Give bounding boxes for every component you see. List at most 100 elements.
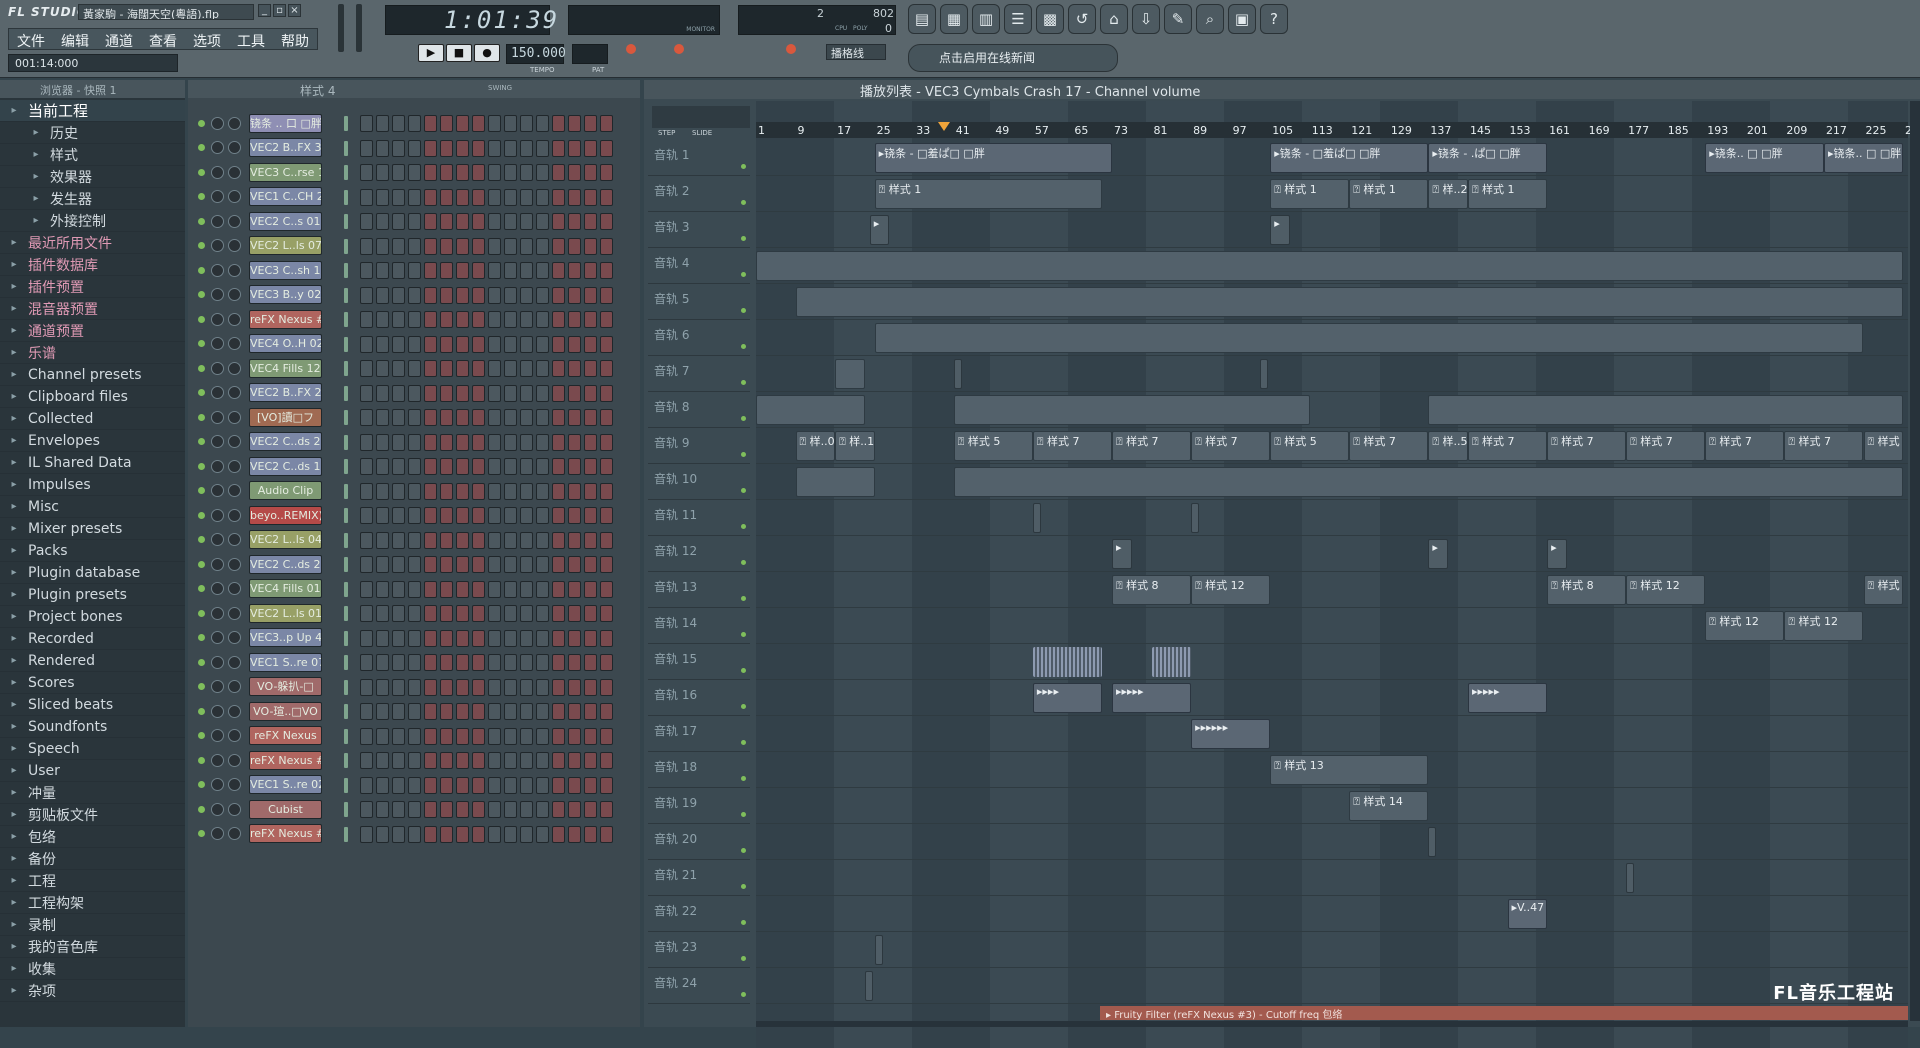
step-button[interactable] [504,458,517,475]
step-button[interactable] [488,727,501,745]
step-button[interactable] [360,286,373,304]
channel-name-button[interactable]: VEC4 O..H 021 [249,334,322,353]
step-button[interactable] [600,458,613,475]
channel-name-button[interactable]: VEC1 C..CH 26 [249,187,322,206]
browser-item[interactable]: ▸ Clipboard files [0,386,185,408]
step-button[interactable] [440,752,453,769]
step-button[interactable] [424,629,437,647]
volume-knob[interactable] [228,802,241,816]
channel-led[interactable] [198,193,205,200]
volume-knob[interactable] [228,680,241,693]
step-button[interactable] [440,654,453,671]
step-button[interactable] [552,678,565,696]
step-button[interactable] [392,531,405,549]
step-button[interactable] [504,164,517,181]
channel-select-bar[interactable] [344,287,348,303]
playlist-clip[interactable]: ⍰ 样式 14 [1349,791,1429,821]
channel-row[interactable]: reFX Nexus #2 [198,306,613,332]
channel-name-button[interactable]: VO-躲扒-□ [249,677,322,696]
volume-knob[interactable] [228,606,241,620]
channel-led[interactable] [198,438,205,445]
step-button[interactable] [424,801,437,818]
step-button[interactable] [456,556,469,573]
step-button[interactable] [472,360,485,377]
step-button[interactable] [488,678,501,696]
step-button[interactable] [552,262,565,279]
step-button[interactable] [456,433,469,451]
playlist-clip[interactable] [795,467,875,497]
piano-roll-icon[interactable]: ▥ [972,4,1000,34]
playlist-clip[interactable] [795,287,1904,317]
step-button[interactable] [408,286,421,304]
step-button[interactable] [472,286,485,304]
step-button[interactable] [584,458,597,475]
restore-icon[interactable]: ▫ [273,4,286,17]
step-button[interactable] [408,115,421,132]
step-button[interactable] [456,605,469,622]
step-button[interactable] [424,433,437,451]
step-button[interactable] [584,311,597,328]
step-button[interactable] [488,115,501,132]
step-button[interactable] [520,139,533,157]
playlist-clip[interactable] [1428,827,1437,857]
step-button[interactable] [440,335,453,353]
step-button[interactable] [424,384,437,402]
channel-row[interactable]: VEC4 Fills 128 [198,355,613,381]
step-button[interactable] [440,531,453,549]
step-button[interactable] [440,801,453,818]
playlist-clip[interactable] [1191,503,1200,533]
channel-name-button[interactable]: VEC3..p Up 47 [249,628,322,647]
step-button[interactable] [408,776,421,794]
track-mute-led[interactable] [741,452,746,457]
step-button[interactable] [424,654,437,671]
step-button[interactable] [536,360,549,377]
step-button[interactable] [392,605,405,622]
step-button[interactable] [552,776,565,794]
record-button[interactable]: ● [474,44,500,62]
step-button[interactable] [440,384,453,402]
step-button[interactable] [456,629,469,647]
volume-knob[interactable] [228,337,241,350]
channel-name-button[interactable]: VEC3 C..sh 17 [249,260,322,280]
step-button[interactable] [552,139,565,157]
step-button[interactable] [568,507,581,524]
volume-knob[interactable] [228,214,241,228]
song-position-display[interactable]: 1:01:39 [385,5,557,35]
volume-knob[interactable] [228,263,241,277]
step-button[interactable] [408,409,421,426]
step-button[interactable] [504,188,517,206]
step-button[interactable] [568,654,581,671]
channel-name-button[interactable]: Cubist [249,799,322,819]
step-button[interactable] [600,188,613,206]
track-lane[interactable] [756,968,1908,1004]
step-button[interactable] [440,115,453,132]
step-button[interactable] [600,360,613,377]
step-button[interactable] [488,703,501,720]
channel-led[interactable] [198,315,205,323]
clipboard-icon[interactable]: ▣ [1228,4,1256,34]
help-icon[interactable]: ? [1260,4,1288,34]
undo-icon[interactable]: ↺ [1068,4,1096,34]
step-button[interactable] [408,531,421,549]
step-button[interactable] [536,703,549,720]
browser-item[interactable]: ▸ 备份 [0,848,185,870]
browser-item[interactable]: ▸ Sliced beats [0,694,185,716]
step-button[interactable] [472,115,485,132]
volume-knob[interactable] [228,557,241,571]
track-header[interactable]: 音轨 8 [648,392,750,428]
channel-led[interactable] [198,413,205,421]
browser-item[interactable]: ▸ Collected [0,408,185,430]
playlist-clip[interactable]: ⍰ 样式 7 [1032,431,1112,461]
channel-name-button[interactable]: VEC2 L..ls 071 [249,236,322,255]
track-mute-led[interactable] [741,488,746,493]
step-button[interactable] [520,605,533,622]
browser-item[interactable]: ▸ 剪贴板文件 [0,804,185,826]
step-button[interactable] [376,213,389,230]
channel-led[interactable] [198,168,205,176]
step-button[interactable] [488,139,501,157]
step-button[interactable] [536,311,549,328]
step-button[interactable] [600,776,613,794]
channel-select-bar[interactable] [344,263,348,278]
snap-selector[interactable]: 播格线 [826,44,886,60]
step-button[interactable] [456,311,469,328]
